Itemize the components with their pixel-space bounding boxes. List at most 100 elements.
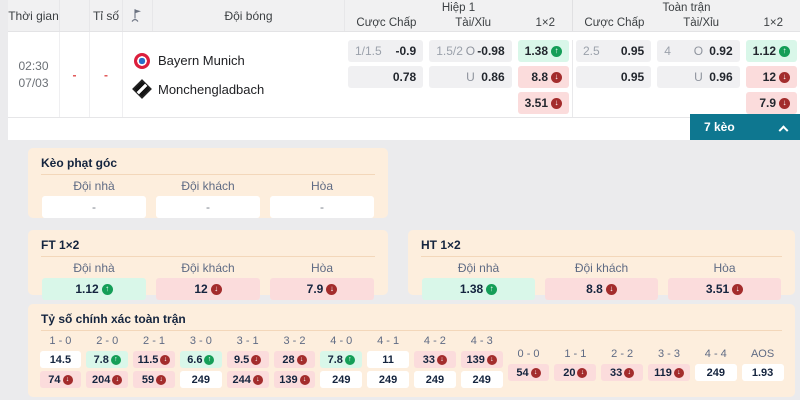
h1-under-cell[interactable]: U 0.86 — [429, 66, 511, 88]
score-label: 0 - 0 — [518, 347, 540, 361]
odds-value: 1.93 — [752, 367, 773, 379]
ft-1x2-draw-cell[interactable]: 7.9↓ — [746, 92, 797, 114]
trend-down-icon: ↓ — [577, 368, 587, 378]
handicap-odds: -0.9 — [396, 44, 417, 58]
score-odds-cell[interactable]: 249 — [367, 371, 409, 388]
score-label: 3 - 3 — [658, 347, 680, 361]
trend-down-icon: ↓ — [437, 355, 447, 365]
score-odds-cell[interactable]: 1.93 — [742, 364, 784, 381]
odds-value: 14.5 — [50, 354, 71, 366]
over-label: O — [464, 44, 476, 58]
trend-down-icon: ↓ — [326, 284, 337, 295]
trend-down-icon: ↓ — [779, 72, 790, 83]
corner-draw-cell[interactable]: - — [270, 196, 374, 218]
ft-1x2-away-cell[interactable]: 12↓ — [746, 66, 797, 88]
score-odds-cell[interactable]: 33↓ — [414, 351, 456, 368]
score-odds-cell[interactable]: 139↓ — [274, 371, 316, 388]
ft-under-cell[interactable]: U 0.96 — [657, 66, 739, 88]
under-label: U — [692, 70, 704, 84]
score-odds-cell[interactable]: 59↓ — [133, 371, 175, 388]
score-odds-cell[interactable]: 249 — [461, 371, 503, 388]
score-label: 3 - 2 — [283, 334, 305, 348]
score-odds-cell[interactable]: 11.5↓ — [133, 351, 175, 368]
header-score: Tỉ số — [90, 0, 123, 31]
corner-flag-icon — [123, 0, 153, 31]
col-label-away: Đội khách — [575, 261, 628, 275]
match-row: 02:30 07/03 - - Bayern Munich Monchengla… — [8, 32, 800, 118]
trend-down-icon: ↓ — [531, 368, 541, 378]
over-label: O — [692, 44, 704, 58]
score-odds-cell[interactable]: 7.8↑ — [86, 351, 128, 368]
h1-1x2-away-cell[interactable]: 8.8↓ — [518, 66, 569, 88]
score-label: 4 - 1 — [377, 334, 399, 348]
odds-value: 7.9 — [759, 96, 776, 110]
odds-value: 1.12 — [75, 282, 98, 296]
score-odds-cell[interactable]: 249 — [320, 371, 362, 388]
ft-home-cell[interactable]: 1.12↑ — [42, 278, 146, 300]
h1-1x2-home-cell[interactable]: 1.38↑ — [518, 40, 569, 62]
corner-away-cell[interactable]: - — [156, 196, 260, 218]
score-odds-cell[interactable]: 74↓ — [40, 371, 82, 388]
score-odds-cell[interactable]: 6.6↑ — [180, 351, 222, 368]
h1-handicap-home-cell[interactable]: 1/1.5 -0.9 — [348, 40, 423, 62]
score-odds-cell[interactable]: 204↓ — [86, 371, 128, 388]
score-odds-cell[interactable]: 20↓ — [554, 364, 596, 381]
score-away: - — [90, 32, 123, 117]
trend-down-icon: ↓ — [674, 368, 684, 378]
score-odds-cell[interactable]: 139↓ — [461, 351, 503, 368]
score-odds-cell[interactable]: 7.8↑ — [320, 351, 362, 368]
odds-count-button[interactable]: 7 kèo — [690, 114, 800, 140]
odds-value: 3.51 — [525, 96, 548, 110]
ft-over-cell[interactable]: 4 O 0.92 — [657, 40, 739, 62]
trend-down-icon: ↓ — [732, 284, 743, 295]
away-team-link[interactable]: Monchengladbach — [134, 82, 345, 97]
score-column-4-3: 4 - 3 139↓ 249 — [458, 334, 505, 388]
score-odds-cell[interactable]: 11 — [367, 351, 409, 368]
score-column-3-0: 3 - 0 6.6↑ 249 — [177, 334, 224, 388]
ht-draw-cell[interactable]: 3.51↓ — [668, 278, 781, 300]
score-odds-cell[interactable]: 119↓ — [648, 364, 690, 381]
home-team-link[interactable]: Bayern Munich — [134, 53, 345, 69]
score-column-3-2: 3 - 2 28↓ 139↓ — [271, 334, 318, 388]
ft-1x2-home-cell[interactable]: 1.12↑ — [746, 40, 797, 62]
header-time: Thời gian — [8, 0, 60, 31]
odds-value: 12 — [194, 282, 207, 296]
score-odds-cell[interactable]: 9.5↓ — [227, 351, 269, 368]
score-label: 4 - 3 — [471, 334, 493, 348]
trend-up-icon: ↑ — [779, 46, 790, 57]
h1-over-cell[interactable]: 1.5/2 O -0.98 — [429, 40, 511, 62]
ht-home-cell[interactable]: 1.38↑ — [422, 278, 535, 300]
score-odds-cell[interactable]: 54↓ — [508, 364, 550, 381]
score-odds-cell[interactable]: 244↓ — [227, 371, 269, 388]
score-label: 3 - 1 — [237, 334, 259, 348]
corner-home-cell[interactable]: - — [42, 196, 146, 218]
odds-value: 9.5 — [234, 354, 249, 366]
h1-1x2-draw-cell[interactable]: 3.51↓ — [518, 92, 569, 114]
odds-value: 8.8 — [531, 70, 548, 84]
score-odds-cell[interactable]: 33↓ — [601, 364, 643, 381]
score-column-3-1: 3 - 1 9.5↓ 244↓ — [224, 334, 271, 388]
header-first-half: Hiệp 1 — [345, 0, 572, 16]
score-odds-cell[interactable]: 249 — [180, 371, 222, 388]
ft-handicap-home-cell[interactable]: 2.5 0.95 — [576, 40, 651, 62]
score-odds-cell[interactable]: 249 — [695, 364, 737, 381]
col-label-draw: Hòa — [311, 179, 333, 193]
header-handicap-ft: Cược Chấp — [573, 16, 656, 32]
h1-handicap-away-cell[interactable]: 0.78 — [348, 66, 423, 88]
odds-value: 119 — [654, 367, 672, 379]
score-column-4-4: 4 - 4 249 — [692, 334, 739, 388]
odds-value: 74 — [48, 374, 60, 386]
trend-up-icon: ↑ — [345, 355, 355, 365]
trend-down-icon: ↓ — [624, 368, 634, 378]
panel-title: FT 1×2 — [41, 230, 375, 257]
trend-up-icon: ↑ — [111, 355, 121, 365]
ft-draw-cell[interactable]: 7.9↓ — [270, 278, 374, 300]
score-odds-cell[interactable]: 249 — [414, 371, 456, 388]
score-odds-cell[interactable]: 28↓ — [274, 351, 316, 368]
score-odds-cell[interactable]: 14.5 — [40, 351, 82, 368]
score-label: 1 - 1 — [564, 347, 586, 361]
ft-handicap-away-cell[interactable]: 0.95 — [576, 66, 651, 88]
over-odds: -0.98 — [476, 44, 504, 58]
ht-away-cell[interactable]: 8.8↓ — [545, 278, 658, 300]
ft-away-cell[interactable]: 12↓ — [156, 278, 260, 300]
